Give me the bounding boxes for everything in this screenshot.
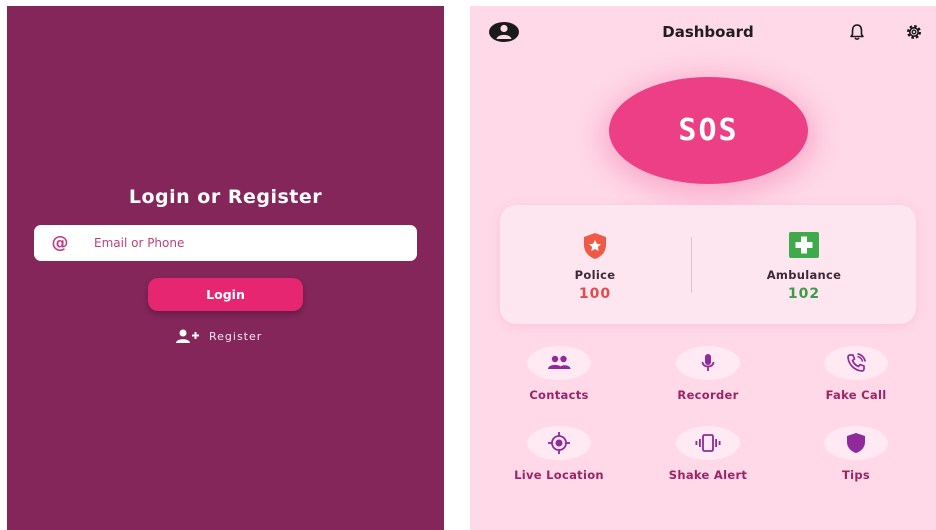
login-screen: Login or Register @ Login Register <box>7 6 444 530</box>
register-link[interactable]: Register <box>175 329 262 343</box>
contacts-icon <box>548 355 571 369</box>
register-label: Register <box>209 329 263 343</box>
settings-button[interactable] <box>904 22 924 42</box>
police-contact[interactable]: Police 100 <box>520 232 670 302</box>
shield-icon <box>847 433 865 453</box>
fake-call-tile[interactable]: Fake Call <box>781 346 931 402</box>
login-button[interactable]: Login <box>148 278 303 311</box>
location-target-icon <box>548 432 570 454</box>
contacts-label: Contacts <box>529 388 589 402</box>
tips-tile[interactable]: Tips <box>781 426 931 482</box>
dashboard-title: Dashboard <box>662 23 754 41</box>
fake-call-label: Fake Call <box>825 388 887 402</box>
ambulance-number: 102 <box>787 286 821 302</box>
dashboard-screen: Dashboard SOS Police 100 Ambulance 102 C… <box>470 6 936 530</box>
recorder-tile[interactable]: Recorder <box>633 346 783 402</box>
police-number: 100 <box>578 286 612 302</box>
tips-label: Tips <box>841 468 871 482</box>
police-label: Police <box>574 268 616 282</box>
live-location-tile[interactable]: Live Location <box>484 426 634 482</box>
notifications-button[interactable] <box>848 23 866 41</box>
ambulance-label: Ambulance <box>766 268 842 282</box>
phone-call-icon <box>847 353 866 372</box>
shake-alert-label: Shake Alert <box>668 468 748 482</box>
medical-cross-icon <box>789 232 819 258</box>
microphone-icon <box>701 354 715 371</box>
login-title: Login or Register <box>128 186 323 208</box>
recorder-label: Recorder <box>677 388 739 402</box>
contacts-tile[interactable]: Contacts <box>484 346 634 402</box>
sos-button[interactable]: SOS <box>609 77 808 184</box>
ambulance-contact[interactable]: Ambulance 102 <box>729 232 879 302</box>
at-sign-icon: @ <box>51 233 69 253</box>
add-user-icon <box>176 329 199 343</box>
shake-alert-tile[interactable]: Shake Alert <box>633 426 783 482</box>
email-input[interactable] <box>92 235 392 251</box>
gear-icon <box>906 24 922 40</box>
vibration-icon <box>695 434 721 452</box>
bell-icon <box>850 24 864 41</box>
emergency-contacts-card: Police 100 Ambulance 102 <box>500 205 916 324</box>
police-shield-icon <box>584 233 606 259</box>
live-location-label: Live Location <box>514 468 604 482</box>
email-field-container[interactable]: @ <box>34 225 417 261</box>
card-divider <box>691 237 692 293</box>
